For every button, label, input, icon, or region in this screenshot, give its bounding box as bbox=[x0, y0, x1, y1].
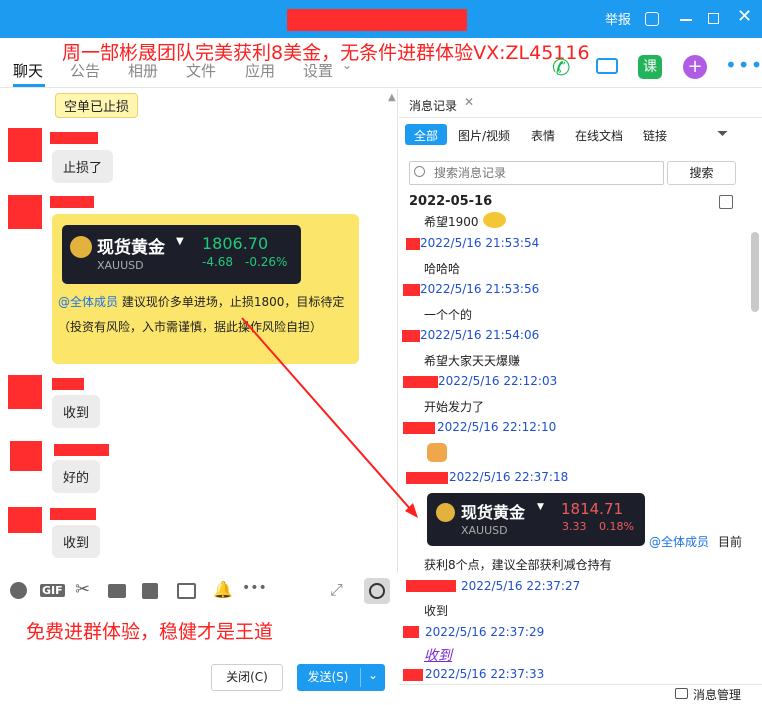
filter-icon[interactable]: ⏷ bbox=[717, 126, 728, 142]
history-message: 哈哈哈 bbox=[424, 262, 461, 276]
send-options-icon[interactable]: ⌄ bbox=[364, 668, 382, 682]
send-button[interactable]: 发送(S) bbox=[297, 664, 359, 691]
history-tab[interactable]: 消息记录 bbox=[409, 97, 457, 114]
history-message: 开始发力了 bbox=[424, 400, 485, 414]
more-tools-icon[interactable]: ••• bbox=[242, 580, 267, 596]
history-message: 目前 bbox=[718, 535, 743, 549]
redacted-sender bbox=[403, 422, 435, 434]
image-icon[interactable] bbox=[177, 583, 196, 599]
grin-emoji bbox=[483, 212, 506, 228]
history-timestamp: 2022/5/16 21:54:06 bbox=[420, 328, 540, 342]
divider bbox=[399, 117, 762, 118]
history-message: 一个个的 bbox=[424, 308, 473, 322]
redacted-sender bbox=[406, 472, 448, 484]
history-timestamp: 2022/5/16 22:37:27 bbox=[461, 579, 581, 593]
filter-images[interactable]: 图片/视频 bbox=[458, 127, 510, 144]
history-timestamp: 2022/5/16 22:37:18 bbox=[449, 470, 569, 484]
redacted-sender bbox=[406, 580, 456, 592]
search-input[interactable] bbox=[409, 161, 664, 185]
clock-face bbox=[369, 583, 385, 599]
history-message: 希望1900 bbox=[424, 215, 479, 229]
quote-percent: 0.18% bbox=[599, 520, 634, 533]
history-message: 收到 bbox=[424, 604, 449, 618]
close-button[interactable]: 关闭(C) bbox=[211, 664, 283, 691]
redacted-sender bbox=[402, 330, 420, 342]
filter-links[interactable]: 链接 bbox=[643, 127, 667, 144]
doc-icon[interactable] bbox=[142, 583, 158, 599]
emoji-icon[interactable] bbox=[10, 582, 27, 599]
calendar-icon[interactable] bbox=[719, 195, 733, 209]
divider bbox=[399, 684, 762, 685]
expand-icon[interactable]: ⤢ bbox=[330, 580, 343, 600]
scissors-icon[interactable]: ✂ bbox=[75, 579, 90, 600]
history-timestamp: 2022/5/16 21:53:54 bbox=[420, 236, 540, 250]
message-manage-button[interactable]: 消息管理 bbox=[693, 686, 741, 703]
history-timestamp: 2022/5/16 22:37:29 bbox=[425, 625, 545, 639]
bell-icon[interactable]: 🔔 bbox=[213, 580, 233, 599]
divider bbox=[360, 668, 361, 687]
search-button[interactable]: 搜索 bbox=[667, 161, 736, 185]
gif-icon[interactable]: GIF bbox=[40, 584, 65, 597]
history-timestamp: 2022/5/16 22:12:10 bbox=[437, 420, 557, 434]
redacted-sender bbox=[403, 284, 420, 296]
history-timestamp: 2022/5/16 22:12:03 bbox=[438, 374, 558, 388]
history-message: 收到 bbox=[424, 648, 452, 664]
redacted-sender bbox=[403, 626, 419, 638]
quote-change: 3.33 bbox=[562, 520, 587, 533]
search-icon bbox=[414, 166, 425, 177]
fist-emoji bbox=[427, 443, 447, 462]
message-manage-icon bbox=[675, 688, 688, 699]
history-timestamp: 2022/5/16 21:53:56 bbox=[420, 282, 540, 296]
quote-name: 现货黄金 bbox=[461, 503, 526, 522]
history-message: 希望大家天天爆赚 bbox=[424, 354, 521, 368]
caret-down-icon: ▼ bbox=[537, 502, 544, 512]
close-history-icon[interactable]: ✕ bbox=[464, 95, 474, 109]
history-timestamp: 2022/5/16 22:37:33 bbox=[425, 667, 545, 681]
folder-icon[interactable] bbox=[108, 584, 126, 598]
quote-symbol: XAUUSD bbox=[461, 524, 508, 537]
quote-price: 1814.71 bbox=[561, 500, 624, 518]
redacted-sender bbox=[403, 376, 438, 388]
gold-icon bbox=[436, 503, 455, 522]
filter-emoji[interactable]: 表情 bbox=[531, 127, 555, 144]
history-message: 获利8个点，建议全部获利减仓持有 bbox=[424, 558, 612, 572]
filter-docs[interactable]: 在线文档 bbox=[575, 127, 623, 144]
scrollbar[interactable] bbox=[751, 232, 759, 312]
redacted-sender bbox=[406, 238, 420, 250]
overlay-bottom-text: 免费进群体验，稳健才是王道 bbox=[26, 621, 274, 643]
redacted-sender bbox=[403, 669, 423, 681]
mention-all[interactable]: @全体成员 bbox=[649, 533, 709, 550]
history-date: 2022-05-16 bbox=[409, 194, 493, 209]
filter-all[interactable]: 全部 bbox=[414, 127, 438, 144]
